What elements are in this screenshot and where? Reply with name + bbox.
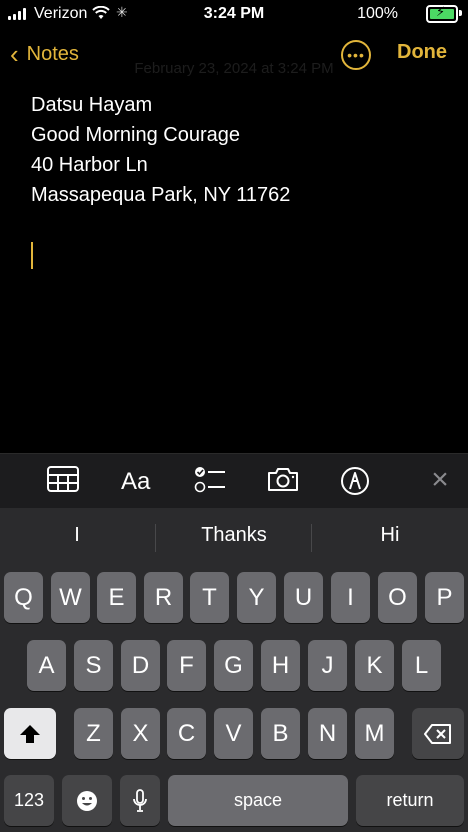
note-line: 40 Harbor Ln: [31, 154, 148, 176]
key-d[interactable]: D: [121, 640, 160, 691]
key-u[interactable]: U: [284, 572, 323, 623]
numbers-key[interactable]: 123: [4, 775, 54, 826]
prediction-item[interactable]: Hi: [313, 524, 467, 547]
prediction-item[interactable]: I: [0, 524, 154, 547]
key-i[interactable]: I: [331, 572, 370, 623]
key-j[interactable]: J: [308, 640, 347, 691]
key-p[interactable]: P: [425, 572, 464, 623]
predictive-bar: I Thanks Hi: [0, 508, 468, 568]
note-line: Massapequa Park, NY 11762: [31, 184, 291, 206]
key-g[interactable]: G: [214, 640, 253, 691]
battery-percent: 100%: [357, 5, 398, 22]
shift-key[interactable]: [4, 708, 56, 759]
chevron-left-icon: ‹: [10, 39, 19, 69]
nav-bar: February 23, 2024 at 3:24 PM ‹ Notes •••…: [0, 36, 468, 77]
microphone-icon: [133, 788, 147, 812]
ellipsis-icon: •••: [347, 47, 365, 63]
checklist-icon[interactable]: [194, 466, 226, 494]
more-options-button[interactable]: •••: [341, 40, 371, 70]
camera-icon[interactable]: [267, 466, 299, 492]
return-key[interactable]: return: [356, 775, 464, 826]
backspace-key[interactable]: [412, 708, 464, 759]
emoji-icon: [77, 790, 97, 811]
key-z[interactable]: Z: [74, 708, 113, 759]
space-key[interactable]: space: [168, 775, 348, 826]
key-v[interactable]: V: [214, 708, 253, 759]
done-button[interactable]: Done: [397, 41, 447, 64]
key-k[interactable]: K: [355, 640, 394, 691]
battery-icon: ⚡: [426, 4, 462, 23]
key-n[interactable]: N: [308, 708, 347, 759]
back-button[interactable]: ‹ Notes: [10, 36, 79, 72]
key-h[interactable]: H: [261, 640, 300, 691]
note-line: Datsu Hayam: [31, 94, 153, 116]
key-w[interactable]: W: [51, 572, 90, 623]
key-o[interactable]: O: [378, 572, 417, 623]
backspace-icon: [424, 723, 451, 744]
key-a[interactable]: A: [27, 640, 66, 691]
note-body[interactable]: Datsu Hayam Good Morning Courage 40 Harb…: [31, 90, 290, 210]
key-c[interactable]: C: [167, 708, 206, 759]
key-t[interactable]: T: [190, 572, 229, 623]
keyboard: I Thanks Hi Q W E R T Y U I O P A S D F …: [0, 508, 468, 832]
text-format-button[interactable]: Aa: [121, 468, 150, 496]
emoji-key[interactable]: [62, 775, 112, 826]
shift-icon: [20, 724, 40, 743]
note-line: Good Morning Courage: [31, 124, 241, 146]
key-m[interactable]: M: [355, 708, 394, 759]
key-e[interactable]: E: [97, 572, 136, 623]
key-q[interactable]: Q: [4, 572, 43, 623]
key-f[interactable]: F: [167, 640, 206, 691]
dictation-key[interactable]: [120, 775, 160, 826]
close-toolbar-icon[interactable]: ×: [426, 465, 454, 495]
table-icon[interactable]: [47, 466, 79, 492]
key-s[interactable]: S: [74, 640, 113, 691]
prediction-item[interactable]: Thanks: [157, 524, 311, 547]
status-bar: Verizon ✳ 3:24 PM 100% ⚡: [0, 0, 468, 28]
key-y[interactable]: Y: [237, 572, 276, 623]
back-label: Notes: [26, 42, 79, 65]
key-r[interactable]: R: [144, 572, 183, 623]
key-x[interactable]: X: [121, 708, 160, 759]
key-b[interactable]: B: [261, 708, 300, 759]
markup-pen-icon[interactable]: [340, 466, 370, 496]
format-toolbar: Aa ×: [0, 453, 468, 509]
key-l[interactable]: L: [402, 640, 441, 691]
text-cursor: [31, 242, 33, 269]
